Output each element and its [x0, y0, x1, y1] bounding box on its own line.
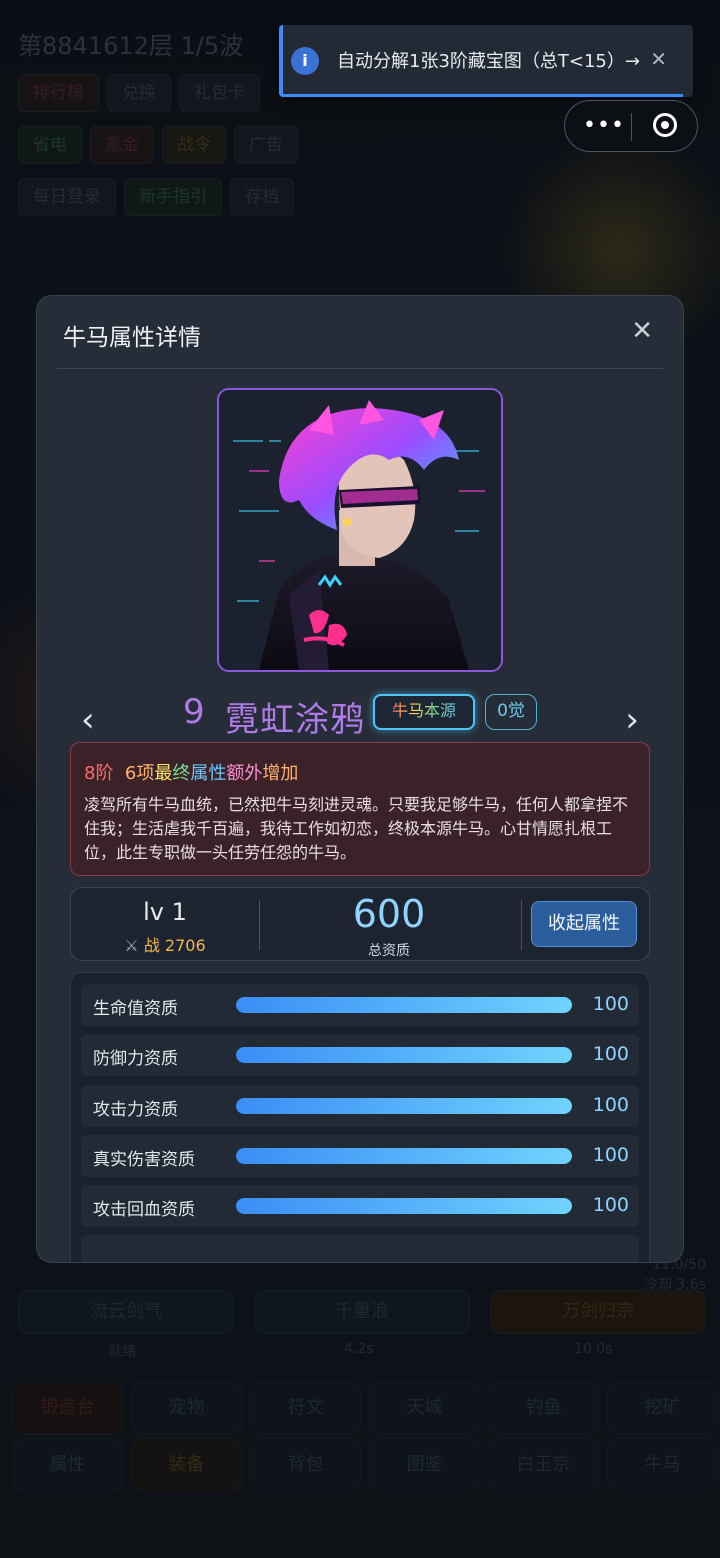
level-label: lv 1 — [143, 898, 187, 926]
target-icon[interactable] — [653, 113, 677, 137]
attribute-value: 100 — [592, 1043, 629, 1065]
awaken-badge: 0觉 — [485, 694, 537, 730]
toast-progress — [283, 94, 683, 97]
attribute-bar — [236, 1148, 572, 1164]
more-icon[interactable]: ••• — [583, 115, 625, 137]
attribute-value: 100 — [592, 1144, 629, 1166]
info-icon: i — [291, 47, 319, 75]
notification-toast: i 自动分解1张3阶藏宝图（总T<15）→ ✕ — [279, 25, 693, 97]
attribute-label: 攻击回血资质 — [93, 1200, 195, 1220]
modal-divider — [57, 368, 663, 369]
attribute-detail-modal: 牛马属性详情 ✕ ‹ › 9 霓虹涂鸦 牛马本源 0觉 8阶 6项最终属性额外增… — [36, 295, 684, 1263]
attribute-bar — [236, 1198, 572, 1214]
toast-close-icon[interactable]: ✕ — [650, 47, 667, 71]
crossed-swords-icon: ⚔ — [124, 936, 139, 955]
attribute-value: 100 — [592, 1094, 629, 1116]
attribute-label: 攻击力资质 — [93, 1100, 178, 1120]
attribute-row: 攻击力资质 100 — [81, 1085, 639, 1127]
stats-divider — [521, 900, 522, 950]
character-number: 9 — [183, 692, 205, 732]
attribute-value: 100 — [592, 993, 629, 1015]
stats-summary: lv 1 ⚔ 战 2706 600 总资质 收起属性 — [70, 887, 650, 961]
total-aptitude-value: 600 — [352, 892, 426, 936]
modal-title: 牛马属性详情 — [63, 325, 201, 351]
attribute-label: 生命值资质 — [93, 999, 178, 1019]
collapse-attributes-button[interactable]: 收起属性 — [531, 901, 637, 947]
character-name: 霓虹涂鸦 — [225, 700, 365, 740]
next-arrow-icon[interactable]: › — [625, 700, 639, 740]
character-portrait-art — [219, 390, 501, 670]
attribute-value: 100 — [592, 1194, 629, 1216]
attribute-row — [81, 1235, 639, 1262]
attribute-bar — [236, 997, 572, 1013]
previous-arrow-icon[interactable]: ‹ — [81, 700, 95, 740]
origin-tag: 牛马本源 — [373, 694, 475, 730]
attribute-bar — [236, 1098, 572, 1114]
attribute-row: 防御力资质 100 — [81, 1034, 639, 1076]
capsule-divider — [631, 113, 632, 141]
attribute-row: 生命值资质 100 — [81, 984, 639, 1026]
miniprogram-capsule: ••• — [564, 100, 698, 152]
description-box: 8阶 6项最终属性额外增加 凌驾所有牛马血统，已然把牛马刻进灵魂。只要我足够牛马… — [70, 742, 650, 876]
attribute-bar — [236, 1047, 572, 1063]
tier-bonus-header: 8阶 6项最终属性额外增加 — [84, 763, 299, 784]
toast-message: 自动分解1张3阶藏宝图（总T<15）→ — [337, 51, 640, 72]
attribute-list[interactable]: 生命值资质 100 防御力资质 100 攻击力资质 100 真实伤害资质 100… — [70, 972, 650, 1262]
total-aptitude-label: 总资质 — [368, 943, 410, 959]
character-portrait — [217, 388, 503, 672]
attribute-label: 防御力资质 — [93, 1049, 178, 1069]
stats-divider — [259, 900, 260, 950]
attribute-label: 真实伤害资质 — [93, 1150, 195, 1170]
attribute-row: 攻击回血资质 100 — [81, 1185, 639, 1227]
power-value: ⚔ 战 2706 — [124, 936, 206, 955]
description-text: 凌驾所有牛马血统，已然把牛马刻进灵魂。只要我足够牛马，任何人都拿捏不住我；生活虐… — [84, 795, 629, 862]
attribute-row: 真实伤害资质 100 — [81, 1135, 639, 1177]
close-icon[interactable]: ✕ — [631, 316, 653, 346]
